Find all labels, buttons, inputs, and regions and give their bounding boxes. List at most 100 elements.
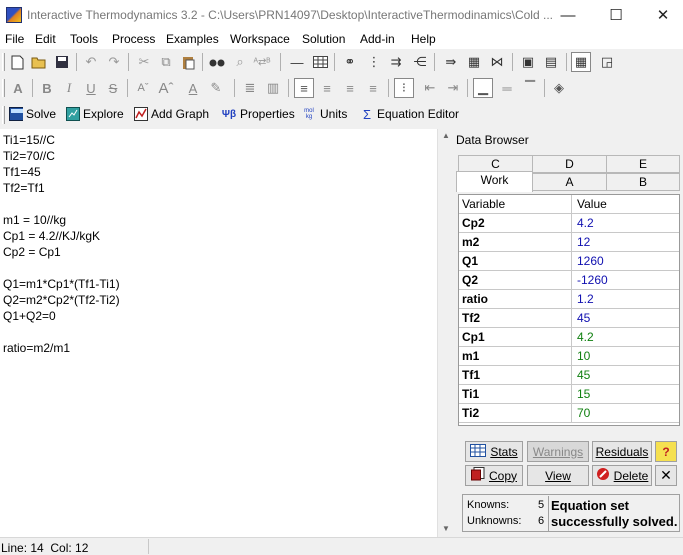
italic-icon[interactable]: I [59,78,79,98]
editor-line[interactable]: Tf1=45 [3,165,41,179]
view-button[interactable]: View [527,465,589,486]
add-graph-button[interactable]: Add Graph [134,104,209,124]
tab-e[interactable]: E [606,155,680,173]
border-middle-icon[interactable]: ═ [497,78,517,98]
bold-icon[interactable]: B [37,78,57,98]
toolbar-grip[interactable] [2,79,5,97]
variable-cell[interactable]: Ti1 [459,385,572,404]
grid-icon[interactable]: ▦ [464,52,484,72]
value-cell[interactable]: 12 [573,233,679,252]
window-tile-icon[interactable]: ▣ [518,52,538,72]
table-icon[interactable] [310,52,330,72]
copy-icon[interactable]: ⧉ [156,52,176,72]
warnings-button[interactable]: Warnings [527,441,589,462]
table-row[interactable]: Q2 -1260 [459,271,679,290]
variable-cell[interactable]: Cp2 [459,214,572,233]
font-color-icon[interactable]: A [183,78,203,98]
panels-icon[interactable]: ◲ [597,52,617,72]
redo-icon[interactable]: ↷ [104,52,124,72]
table-row[interactable]: Q1 1260 [459,252,679,271]
hierarchy-icon[interactable]: ⋮ [364,52,384,72]
variable-cell[interactable]: Q1 [459,252,572,271]
explore-button[interactable]: Explore [66,104,124,124]
value-cell[interactable]: 1.2 [573,290,679,309]
find-icon[interactable] [207,52,227,72]
copy-button[interactable]: Copy [465,465,523,486]
align-left-icon[interactable]: ≡ [294,78,314,98]
tab-d[interactable]: D [532,155,607,173]
columns-icon[interactable]: ▥ [263,78,283,98]
fill-color-icon[interactable]: ◈ [549,78,569,98]
align-center-icon[interactable]: ≡ [317,78,337,98]
table-row[interactable]: Ti2 70 [459,404,679,423]
units-button[interactable]: mol kg Units [301,104,347,124]
editor-line[interactable]: Q1=m1*Cp1*(Tf1-Ti1) [3,277,120,291]
editor-line[interactable]: ratio=m2/m1 [3,341,70,355]
variable-cell[interactable]: m1 [459,347,572,366]
column-header-value[interactable]: Value [573,195,679,214]
justify-icon[interactable]: ≡ [363,78,383,98]
value-cell[interactable]: 70 [573,404,679,423]
minimize-button[interactable]: — [545,0,591,30]
indent-icon[interactable]: ⇥ [443,78,463,98]
tab-a[interactable]: A [532,173,607,191]
variable-cell[interactable]: Ti2 [459,404,572,423]
arrow-right-icon[interactable]: ⇛ [441,52,461,72]
variable-cell[interactable]: Q2 [459,271,572,290]
maximize-button[interactable]: ☐ [593,0,639,30]
paragraph-icon[interactable]: ≣ [240,78,260,98]
scroll-up-icon[interactable]: ▲ [442,131,450,140]
highlight-icon[interactable]: ✎ [206,78,226,98]
new-file-icon[interactable] [7,52,27,72]
menu-solution[interactable]: Solution [302,32,345,46]
menu-examples[interactable]: Examples [166,32,219,46]
variable-cell[interactable]: Cp1 [459,328,572,347]
paste-icon[interactable] [178,52,198,72]
toolbar-grip[interactable] [2,106,5,124]
table-row[interactable]: Cp2 4.2 [459,214,679,233]
menu-workspace[interactable]: Workspace [230,32,290,46]
insert-row-icon[interactable]: ⋲ [410,52,430,72]
save-icon[interactable] [52,52,72,72]
align-right-icon[interactable]: ≡ [340,78,360,98]
variable-cell[interactable]: ratio [459,290,572,309]
help-button[interactable]: ? [655,441,677,462]
undo-icon[interactable]: ↶ [81,52,101,72]
split-icon[interactable]: ⋈ [487,52,507,72]
value-cell[interactable]: 1260 [573,252,679,271]
border-bottom-icon[interactable]: ▁ [473,78,493,98]
value-cell[interactable]: 4.2 [573,214,679,233]
replace-icon[interactable]: ᴬ⇄ᴮ [252,52,272,72]
toolbar-grip[interactable] [2,53,5,71]
window-cascade-icon[interactable]: ▤ [541,52,561,72]
scroll-down-icon[interactable]: ▼ [442,524,450,533]
find-next-icon[interactable]: ⌕ [230,52,250,72]
editor-line[interactable]: Tf2=Tf1 [3,181,45,195]
font-smaller-icon[interactable]: Aˇ [133,78,153,98]
spreadsheet-icon[interactable]: ▦ [571,52,591,72]
table-row[interactable]: Cp1 4.2 [459,328,679,347]
close-button[interactable]: ✕ [640,0,683,30]
editor-line[interactable]: Cp2 = Cp1 [3,245,61,259]
editor-line[interactable]: Ti2=70//C [3,149,55,163]
close-panel-button[interactable]: ✕ [655,465,677,486]
editor-line[interactable]: m1 = 10//kg [3,213,66,227]
equation-editor[interactable]: Ti1=15//C Ti2=70//C Tf1=45 Tf2=Tf1 m1 = … [0,129,437,537]
value-cell[interactable]: 45 [573,309,679,328]
menu-file[interactable]: File [5,32,24,46]
properties-button[interactable]: Ψβ Properties [221,104,295,124]
cut-icon[interactable]: ✂ [134,52,154,72]
value-cell[interactable]: 45 [573,366,679,385]
editor-line[interactable]: Q1+Q2=0 [3,309,56,323]
editor-line[interactable]: Ti1=15//C [3,133,55,147]
delete-button[interactable]: Delete [592,465,652,486]
stats-button[interactable]: Stats [465,441,523,462]
outdent-icon[interactable]: ⇤ [420,78,440,98]
table-row[interactable]: Tf1 45 [459,366,679,385]
table-row[interactable]: m1 10 [459,347,679,366]
table-row[interactable]: Tf2 45 [459,309,679,328]
menu-edit[interactable]: Edit [35,32,56,46]
tab-work[interactable]: Work [456,171,533,192]
solve-button[interactable]: Solve [9,104,56,124]
value-cell[interactable]: 10 [573,347,679,366]
